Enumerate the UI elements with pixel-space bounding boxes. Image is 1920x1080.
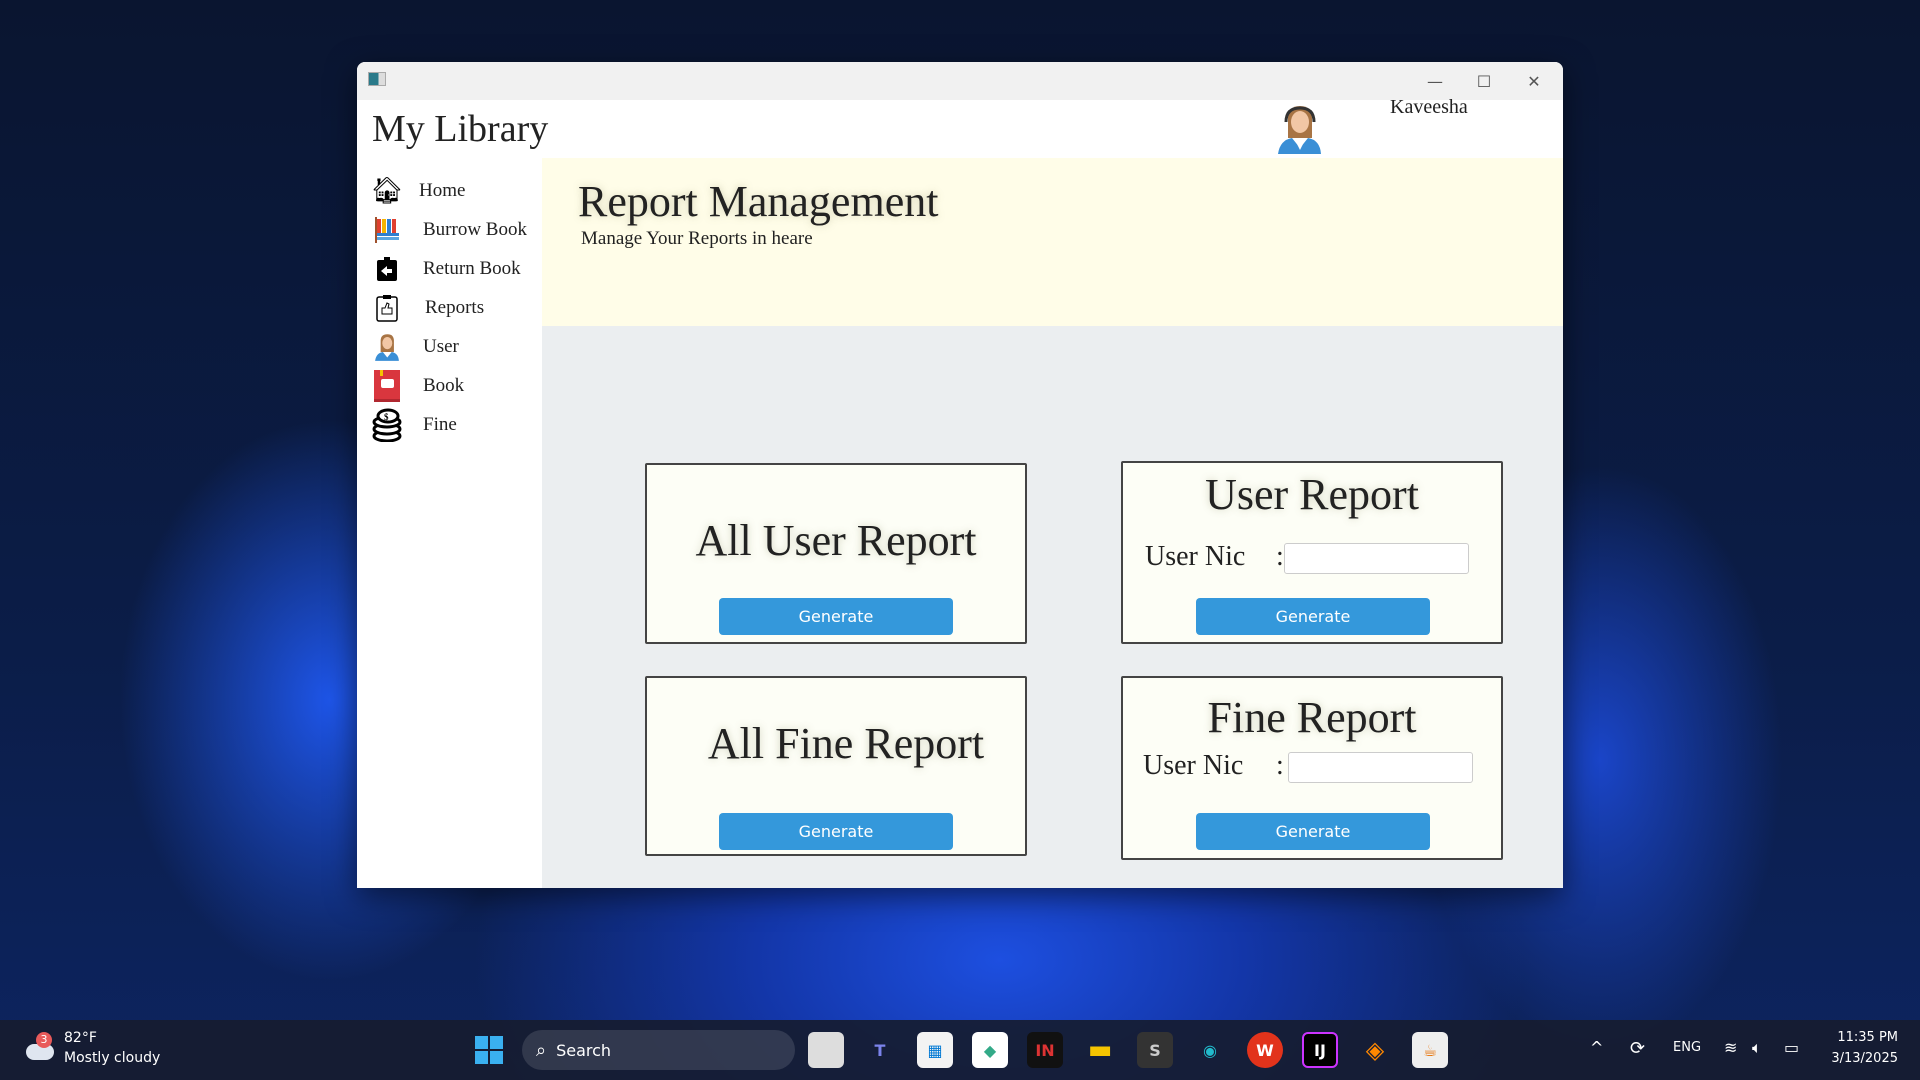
user-nic-label: User Nic bbox=[1145, 541, 1246, 572]
all-fine-report-card: All Fine Report Generate bbox=[645, 676, 1027, 856]
page-header-banner: Report Management Manage Your Reports in… bbox=[542, 158, 1563, 326]
weather-icon[interactable]: 3 bbox=[22, 1032, 56, 1066]
edge-icon[interactable]: ◉ bbox=[1192, 1032, 1228, 1068]
brave-icon[interactable]: ◈ bbox=[1357, 1032, 1393, 1068]
user-nic-input[interactable] bbox=[1284, 543, 1469, 574]
user-name: Kaveesha bbox=[1390, 96, 1468, 118]
file-explorer-icon[interactable]: ▬ bbox=[1082, 1032, 1118, 1068]
sidebar-item-return-book[interactable]: Return Book bbox=[369, 251, 521, 287]
user-icon bbox=[369, 330, 405, 364]
sidebar-item-label: Book bbox=[423, 375, 465, 396]
sync-icon[interactable]: ⟳ bbox=[1630, 1038, 1645, 1059]
volume-icon[interactable]: 🔈︎ bbox=[1752, 1038, 1762, 1058]
report-content: All User Report Generate User Report Use… bbox=[542, 326, 1563, 888]
sidebar-item-label: Reports bbox=[425, 297, 485, 318]
generate-all-fine-report-button[interactable]: Generate bbox=[719, 813, 953, 850]
page-subtitle: Manage Your Reports in heare bbox=[581, 228, 813, 249]
app-window: — ☐ ✕ My Library Kaveesha 🏠︎ Home Burrow … bbox=[357, 62, 1563, 888]
user-avatar-icon bbox=[1278, 106, 1321, 154]
colon-label: : bbox=[1276, 541, 1284, 572]
generate-fine-report-button[interactable]: Generate bbox=[1196, 813, 1430, 850]
battery-icon[interactable]: ▭ bbox=[1784, 1038, 1799, 1057]
app-icon[interactable]: ◆ bbox=[972, 1032, 1008, 1068]
clock-time[interactable]: 11:35 PM bbox=[1830, 1030, 1898, 1045]
card-title: All User Report bbox=[695, 516, 977, 565]
home-icon: 🏠︎ bbox=[370, 176, 404, 205]
task-view-icon[interactable] bbox=[808, 1032, 844, 1068]
sidebar-item-reports[interactable]: Reports bbox=[369, 290, 484, 326]
sidebar-item-burrow-book[interactable]: Burrow Book bbox=[369, 212, 527, 248]
all-user-report-card: All User Report Generate bbox=[645, 463, 1027, 644]
generate-user-report-button[interactable]: Generate bbox=[1196, 598, 1430, 635]
search-icon: ⌕ bbox=[536, 1039, 547, 1061]
sidebar-item-label: User bbox=[423, 336, 459, 357]
fine-report-card: Fine Report User Nic : Generate bbox=[1121, 676, 1503, 860]
sidebar-item-label: Fine bbox=[423, 414, 457, 435]
wps-icon[interactable]: W bbox=[1247, 1032, 1283, 1068]
card-title: Fine Report bbox=[1207, 693, 1417, 742]
coins-icon: $ bbox=[369, 408, 405, 442]
title-bar: — ☐ ✕ bbox=[357, 62, 1563, 100]
teams-icon[interactable]: T bbox=[862, 1032, 898, 1068]
sidebar: 🏠︎ Home Burrow Book Return Book Reports U… bbox=[357, 158, 542, 888]
clock-date[interactable]: 3/13/2025 bbox=[1820, 1051, 1898, 1066]
close-button[interactable]: ✕ bbox=[1505, 62, 1563, 100]
app-icon bbox=[368, 72, 386, 86]
weather-desc: Mostly cloudy bbox=[64, 1050, 161, 1066]
fine-user-nic-input[interactable] bbox=[1288, 752, 1473, 783]
java-icon[interactable]: ☕ bbox=[1412, 1032, 1448, 1068]
search-box[interactable]: ⌕ Search bbox=[522, 1030, 795, 1070]
search-label: Search bbox=[556, 1040, 612, 1060]
taskbar: 3 82°F Mostly cloudy ⌕ Search T ▦ ◆ IN ▬… bbox=[0, 1020, 1920, 1080]
wifi-icon[interactable]: ≋ bbox=[1724, 1038, 1737, 1057]
svg-text:$: $ bbox=[384, 412, 389, 422]
report-clipboard-icon bbox=[369, 291, 405, 325]
return-book-icon bbox=[369, 252, 405, 286]
sidebar-item-label: Burrow Book bbox=[423, 219, 527, 240]
intellij-icon[interactable]: IJ bbox=[1302, 1032, 1338, 1068]
sidebar-item-label: Home bbox=[419, 180, 466, 201]
language-indicator[interactable]: ENG bbox=[1673, 1040, 1701, 1055]
start-icon[interactable] bbox=[471, 1032, 507, 1068]
user-nic-label: User Nic bbox=[1143, 750, 1244, 781]
colon-label: : bbox=[1276, 750, 1284, 781]
sidebar-item-book[interactable]: Book bbox=[369, 368, 464, 404]
weather-badge: 3 bbox=[36, 1032, 52, 1048]
sublime-icon[interactable]: S bbox=[1137, 1032, 1173, 1068]
sidebar-item-home[interactable]: 🏠︎ Home bbox=[369, 173, 465, 209]
store-icon[interactable]: ▦ bbox=[917, 1032, 953, 1068]
sidebar-item-label: Return Book bbox=[423, 258, 521, 279]
books-icon bbox=[369, 213, 405, 247]
book-icon bbox=[369, 369, 405, 403]
app-title: My Library bbox=[372, 108, 549, 150]
card-title: User Report bbox=[1205, 470, 1419, 519]
page-title: Report Management bbox=[578, 177, 939, 226]
user-report-card: User Report User Nic : Generate bbox=[1121, 461, 1503, 644]
library-app-icon[interactable]: IN bbox=[1027, 1032, 1063, 1068]
card-title: All Fine Report bbox=[707, 719, 985, 768]
sidebar-item-user[interactable]: User bbox=[369, 329, 459, 365]
show-hidden-icons-icon[interactable]: ^ bbox=[1590, 1038, 1603, 1057]
weather-temp: 82°F bbox=[64, 1030, 97, 1046]
sidebar-item-fine[interactable]: $ Fine bbox=[369, 407, 457, 443]
generate-all-user-report-button[interactable]: Generate bbox=[719, 598, 953, 635]
